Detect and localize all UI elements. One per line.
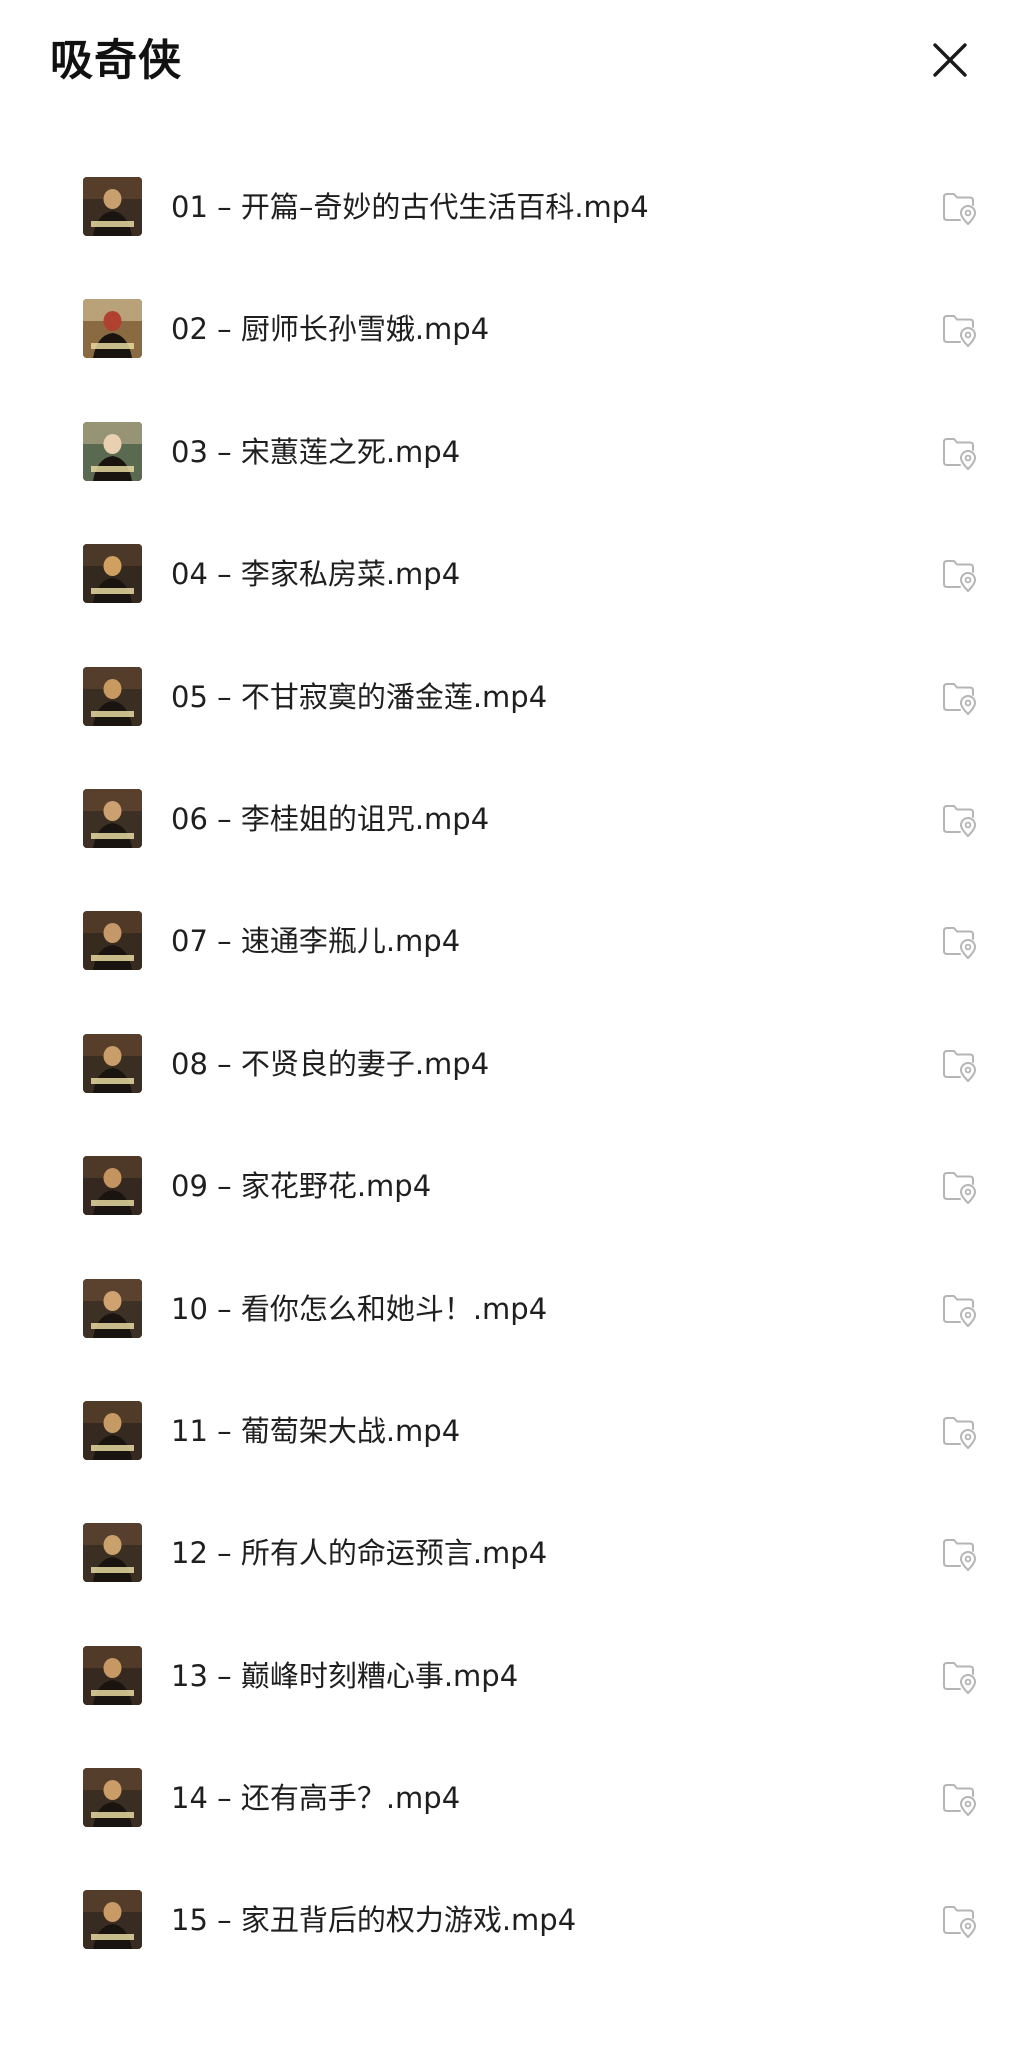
file-row[interactable]: 15 – 家丑背后的权力游戏.mp4 [0, 1859, 1028, 1981]
video-thumbnail-icon [83, 544, 142, 604]
folder-location-button[interactable] [940, 433, 978, 471]
folder-location-icon [943, 193, 976, 225]
folder-location-button[interactable] [940, 1779, 978, 1817]
close-button[interactable] [920, 30, 980, 90]
file-row[interactable]: 12 – 所有人的命运预言.mp4 [0, 1492, 1028, 1614]
file-name: 09 – 家花野花.mp4 [171, 1169, 432, 1204]
file-name: 12 – 所有人的命运预言.mp4 [171, 1536, 548, 1571]
folder-location-icon [943, 1661, 976, 1694]
folder-location-icon [943, 1294, 976, 1327]
file-name: 02 – 厨师长孙雪娥.mp4 [171, 312, 490, 347]
folder-location-button[interactable] [940, 1167, 978, 1205]
folder-location-icon [943, 1539, 976, 1572]
folder-location-button[interactable] [940, 310, 978, 348]
file-name: 01 – 开篇–奇妙的古代生活百科.mp4 [171, 190, 649, 224]
file-name: 11 – 葡萄架大战.mp4 [171, 1413, 461, 1448]
folder-location-icon [943, 1784, 976, 1817]
file-name: 10 – 看你怎么和她斗！.mp4 [171, 1291, 548, 1326]
sheet-title: 吸奇侠 [50, 36, 182, 86]
folder-location-icon [943, 927, 976, 960]
folder-location-icon [943, 1172, 976, 1205]
folder-location-icon [943, 1416, 976, 1449]
file-name: 04 – 李家私房菜.mp4 [171, 557, 461, 592]
file-name: 05 – 不甘寂寞的潘金莲.mp4 [171, 679, 548, 714]
file-row[interactable]: 14 – 还有高手？.mp4 [0, 1737, 1028, 1859]
file-row[interactable]: 07 – 速通李瓶儿.mp4 [0, 880, 1028, 1002]
file-name: 15 – 家丑背后的权力游戏.mp4 [171, 1903, 577, 1938]
file-row[interactable]: 06 – 李桂姐的诅咒.mp4 [0, 758, 1028, 880]
file-name: 08 – 不贤良的妻子.mp4 [171, 1046, 490, 1081]
folder-location-icon [943, 682, 976, 715]
folder-location-button[interactable] [940, 1045, 978, 1083]
video-thumbnail-icon [83, 177, 142, 236]
folder-location-icon [943, 437, 976, 470]
file-row[interactable]: 08 – 不贤良的妻子.mp4 [0, 1003, 1028, 1125]
folder-location-button[interactable] [940, 1534, 978, 1572]
file-row[interactable]: 01 – 开篇–奇妙的古代生活百科.mp4 [0, 146, 1028, 268]
folder-location-icon [943, 1049, 976, 1082]
file-name: 06 – 李桂姐的诅咒.mp4 [171, 801, 490, 836]
file-row[interactable]: 02 – 厨师长孙雪娥.mp4 [0, 268, 1028, 390]
folder-location-button[interactable] [940, 555, 978, 593]
folder-location-button[interactable] [940, 188, 978, 226]
file-row[interactable]: 09 – 家花野花.mp4 [0, 1125, 1028, 1247]
file-list-sheet: 吸奇侠 01 – 开篇–奇妙的古代生活百科.mp4 02 – 厨师长孙雪娥.mp4… [0, 0, 1028, 2048]
folder-location-icon [943, 315, 976, 348]
video-thumbnail-icon [83, 1523, 142, 1583]
file-row[interactable]: 11 – 葡萄架大战.mp4 [0, 1370, 1028, 1492]
video-thumbnail-icon [83, 1156, 142, 1216]
close-icon [933, 43, 967, 77]
video-thumbnail-icon [83, 911, 142, 971]
folder-location-button[interactable] [940, 1290, 978, 1328]
file-list: 01 – 开篇–奇妙的古代生活百科.mp4 02 – 厨师长孙雪娥.mp4 03 –… [0, 146, 1028, 1982]
folder-location-button[interactable] [940, 800, 978, 838]
folder-location-button[interactable] [940, 1901, 978, 1939]
folder-location-button[interactable] [940, 678, 978, 716]
video-thumbnail-icon [83, 1400, 142, 1460]
folder-location-button[interactable] [940, 1412, 978, 1450]
file-row[interactable]: 05 – 不甘寂寞的潘金莲.mp4 [0, 636, 1028, 758]
file-row[interactable]: 04 – 李家私房菜.mp4 [0, 513, 1028, 635]
folder-location-icon [943, 560, 976, 593]
file-row[interactable]: 10 – 看你怎么和她斗！.mp4 [0, 1248, 1028, 1370]
file-row[interactable]: 13 – 巅峰时刻糟心事.mp4 [0, 1615, 1028, 1737]
folder-location-icon [943, 804, 976, 837]
folder-location-button[interactable] [940, 1657, 978, 1695]
file-name: 03 – 宋蕙莲之死.mp4 [171, 434, 461, 469]
video-thumbnail-icon [83, 1278, 142, 1338]
file-name: 14 – 还有高手？.mp4 [171, 1781, 461, 1816]
folder-location-icon [943, 1906, 976, 1939]
video-thumbnail-icon [83, 421, 142, 481]
file-row[interactable]: 03 – 宋蕙莲之死.mp4 [0, 391, 1028, 513]
video-thumbnail-icon [83, 1033, 142, 1093]
sheet-header: 吸奇侠 [0, 0, 1028, 128]
video-thumbnail-icon [83, 1890, 142, 1950]
file-name: 13 – 巅峰时刻糟心事.mp4 [171, 1658, 519, 1693]
video-thumbnail-icon [83, 788, 142, 848]
folder-location-button[interactable] [940, 922, 978, 960]
video-thumbnail-icon [83, 299, 142, 359]
video-thumbnail-icon [83, 1645, 142, 1705]
video-thumbnail-icon [83, 666, 142, 726]
video-thumbnail-icon [83, 1768, 142, 1828]
file-name: 07 – 速通李瓶儿.mp4 [171, 924, 461, 959]
